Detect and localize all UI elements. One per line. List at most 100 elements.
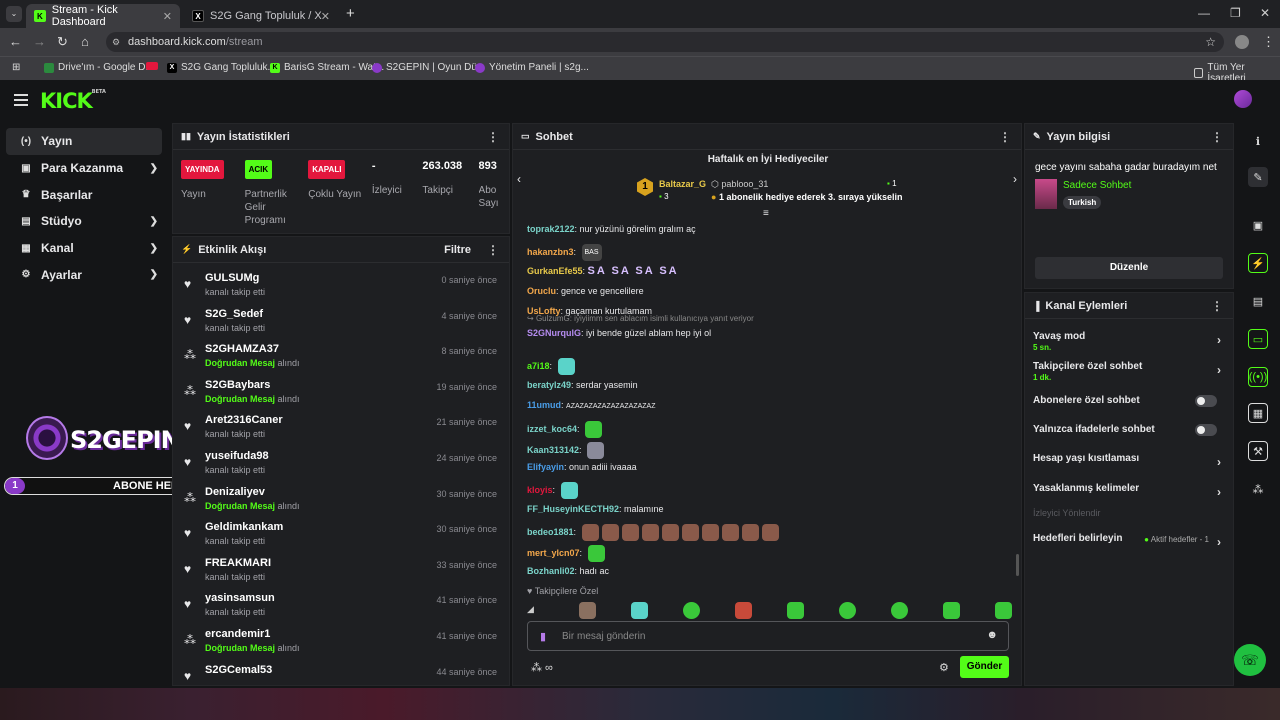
bookmark-item[interactable] <box>146 62 162 70</box>
channel-action-item[interactable]: Yavaş mod 5 sn. › <box>1033 331 1221 352</box>
chat-username[interactable]: beratylz49 <box>527 380 571 390</box>
toggle-switch[interactable] <box>1195 424 1217 436</box>
chat-message[interactable]: Oruclu: gence ve gencelilere <box>527 286 644 296</box>
sidebar-item-studyo[interactable]: ▤ Stüdyo ❯ <box>6 208 162 235</box>
chat-message[interactable]: mert_ylcn07: <box>527 545 605 562</box>
emote-icon[interactable]: BAS <box>581 244 602 261</box>
sidebar-item-kanal[interactable]: ▦ Kanal ❯ <box>6 235 162 262</box>
emote-icon[interactable] <box>579 602 596 619</box>
settings-gear-icon[interactable]: ⚙ <box>939 661 949 674</box>
more-options-icon[interactable]: ⋮ <box>1211 130 1223 144</box>
sidebar-item-para-kazanma[interactable]: ▣ Para Kazanma ❯ <box>6 155 162 182</box>
reload-icon[interactable]: ↻ <box>57 34 68 50</box>
emote-icon[interactable] <box>995 602 1012 619</box>
chat-icon[interactable]: ▭ <box>1248 329 1268 349</box>
category-thumbnail[interactable] <box>1035 179 1057 209</box>
more-options-icon[interactable]: ⋮ <box>1211 299 1223 313</box>
emote-icon[interactable] <box>761 524 779 541</box>
chat-username[interactable]: izzet_koc64 <box>527 424 577 434</box>
close-tab-icon[interactable]: ✕ <box>321 10 330 23</box>
channel-action-item[interactable]: Abonelere özel sohbet <box>1033 395 1221 407</box>
chat-scrollbar[interactable] <box>1016 554 1019 576</box>
chat-username[interactable]: kloyis <box>527 485 553 495</box>
activity-item[interactable]: ♥ Aret2316Caner kanalı takip etti 21 saniye… <box>173 409 509 445</box>
emote-icon[interactable] <box>943 602 960 619</box>
chat-message[interactable]: 11umud: AZAZAZAZAZAZAZAZAZAZ <box>527 400 655 410</box>
broadcast-icon[interactable]: ((•)) <box>1248 367 1268 387</box>
chat-input[interactable]: ▮ Bir mesaj gönderin ☻ <box>527 621 1009 651</box>
close-window-icon[interactable]: ✕ <box>1260 6 1270 20</box>
filter-button[interactable]: Filtre <box>444 244 471 256</box>
emote-icon[interactable] <box>587 545 605 562</box>
tab-x-community[interactable]: X S2G Gang Topluluk / X ✕ <box>184 4 338 28</box>
chat-message[interactable]: Bozhanli02: hadı ac <box>527 566 609 576</box>
chat-message[interactable]: izzet_koc64: <box>527 421 603 438</box>
emote-icon[interactable] <box>787 602 804 619</box>
points-icon[interactable]: ⁂ ∞ <box>531 661 553 674</box>
emote-icon[interactable] <box>683 602 700 619</box>
toggle-switch[interactable] <box>1195 395 1217 407</box>
menu-kebab-icon[interactable]: ⋮ <box>1262 34 1275 50</box>
send-button[interactable]: Gönder <box>960 656 1009 678</box>
chat-message[interactable]: hakanzbn3: BAS <box>527 244 602 261</box>
emote-icon[interactable] <box>587 442 605 459</box>
chat-username[interactable]: Bozhanli02 <box>527 566 575 576</box>
chat-message[interactable]: beratylz49: serdar yasemin <box>527 380 638 390</box>
top-gifter-name[interactable]: Baltazar_G <box>659 179 706 189</box>
users-icon[interactable]: ⁂ <box>1248 479 1268 499</box>
more-options-icon[interactable]: ⋮ <box>487 243 499 257</box>
chat-message[interactable]: S2GNurqulG: iyi bende güzel ablam hep iy… <box>527 328 711 338</box>
activity-item[interactable]: ⁂ S2GBaybars Doğrudan Mesaj alındı 19 saniy… <box>173 374 509 410</box>
chat-username[interactable]: mert_ylcn07 <box>527 548 580 558</box>
tab-list-button[interactable]: ⌄ <box>6 6 22 22</box>
activity-item[interactable]: ⁂ S2GHAMZA37 Doğrudan Mesaj alındı 8 saniye… <box>173 338 509 374</box>
chat-message[interactable]: bedeo1881: <box>527 524 779 541</box>
back-icon[interactable]: ← <box>9 34 22 49</box>
emote-icon[interactable] <box>557 358 575 375</box>
emote-icon[interactable] <box>661 524 679 541</box>
chat-message[interactable]: Elifyayin: onun adiii ivaaaa <box>527 462 637 472</box>
collapse-icon[interactable]: ≡ <box>763 208 769 219</box>
bookmark-star-icon[interactable]: ☆ <box>1205 35 1216 49</box>
sidebar-item-basarilar[interactable]: ♛ Başarılar <box>6 181 162 208</box>
emoji-icon[interactable]: ☻ <box>986 629 998 641</box>
activity-item[interactable]: ♥ Geldimkankam kanalı takip etti 30 saniye … <box>173 516 509 552</box>
emote-icon[interactable] <box>735 602 752 619</box>
sidebar-item-yayin[interactable]: (•) Yayın <box>6 128 162 155</box>
edit-button[interactable]: Düzenle <box>1035 257 1223 279</box>
activity-item[interactable]: ♥ yasinsamsun kanalı takip etti 41 saniye ö… <box>173 587 509 623</box>
chat-username[interactable]: Oruclu <box>527 286 556 296</box>
bookmark-item[interactable]: Yönetim Paneli | s2g... <box>475 62 589 73</box>
emote-icon[interactable] <box>681 524 699 541</box>
site-info-icon[interactable]: ⚙ <box>112 37 120 48</box>
activity-item[interactable]: ♥ GULSUMg kanalı takip etti 0 saniye önce <box>173 267 509 303</box>
emote-icon[interactable] <box>741 524 759 541</box>
bookmark-item[interactable]: K BarisG Stream - Wat... <box>270 62 384 73</box>
bolt-icon[interactable]: ⚡ <box>1248 253 1268 273</box>
category-name[interactable]: Sadece Sohbet <box>1063 180 1131 191</box>
layout-icon[interactable]: ▦ <box>1248 403 1268 423</box>
minimize-icon[interactable]: — <box>1198 6 1210 20</box>
hamburger-menu-icon[interactable] <box>14 94 28 106</box>
activity-item[interactable]: ♥ yuseifuda98 kanalı takip etti 24 saniye ö… <box>173 445 509 481</box>
chat-username[interactable]: bedeo1881 <box>527 527 574 537</box>
more-options-icon[interactable]: ⋮ <box>999 130 1011 144</box>
home-icon[interactable]: ⌂ <box>81 34 89 49</box>
chat-username[interactable]: FF_HuseyinKECTH92 <box>527 504 619 514</box>
chat-username[interactable]: Elifyayin <box>527 462 564 472</box>
chat-username[interactable]: 11umud <box>527 400 561 410</box>
emote-icon[interactable] <box>891 602 908 619</box>
mic-icon[interactable]: ▮ <box>540 630 546 643</box>
emote-icon[interactable] <box>631 602 648 619</box>
emote-icon[interactable] <box>721 524 739 541</box>
emote-icon[interactable] <box>641 524 659 541</box>
support-chat-button[interactable]: ☏ <box>1234 644 1266 676</box>
close-tab-icon[interactable]: ✕ <box>163 10 172 23</box>
capture-icon[interactable]: ▣ <box>1248 215 1268 235</box>
emote-icon[interactable] <box>560 482 578 499</box>
chat-message[interactable]: FF_HuseyinKECTH92: malamıne <box>527 504 664 514</box>
page-icon[interactable]: ▤ <box>1248 291 1268 311</box>
apps-grid-icon[interactable]: ⊞ <box>12 62 20 73</box>
bookmark-item[interactable]: X S2G Gang Topluluk... <box>167 62 276 73</box>
activity-item[interactable]: ♥ FREAKMARI kanalı takip etti 33 saniye önc… <box>173 552 509 588</box>
